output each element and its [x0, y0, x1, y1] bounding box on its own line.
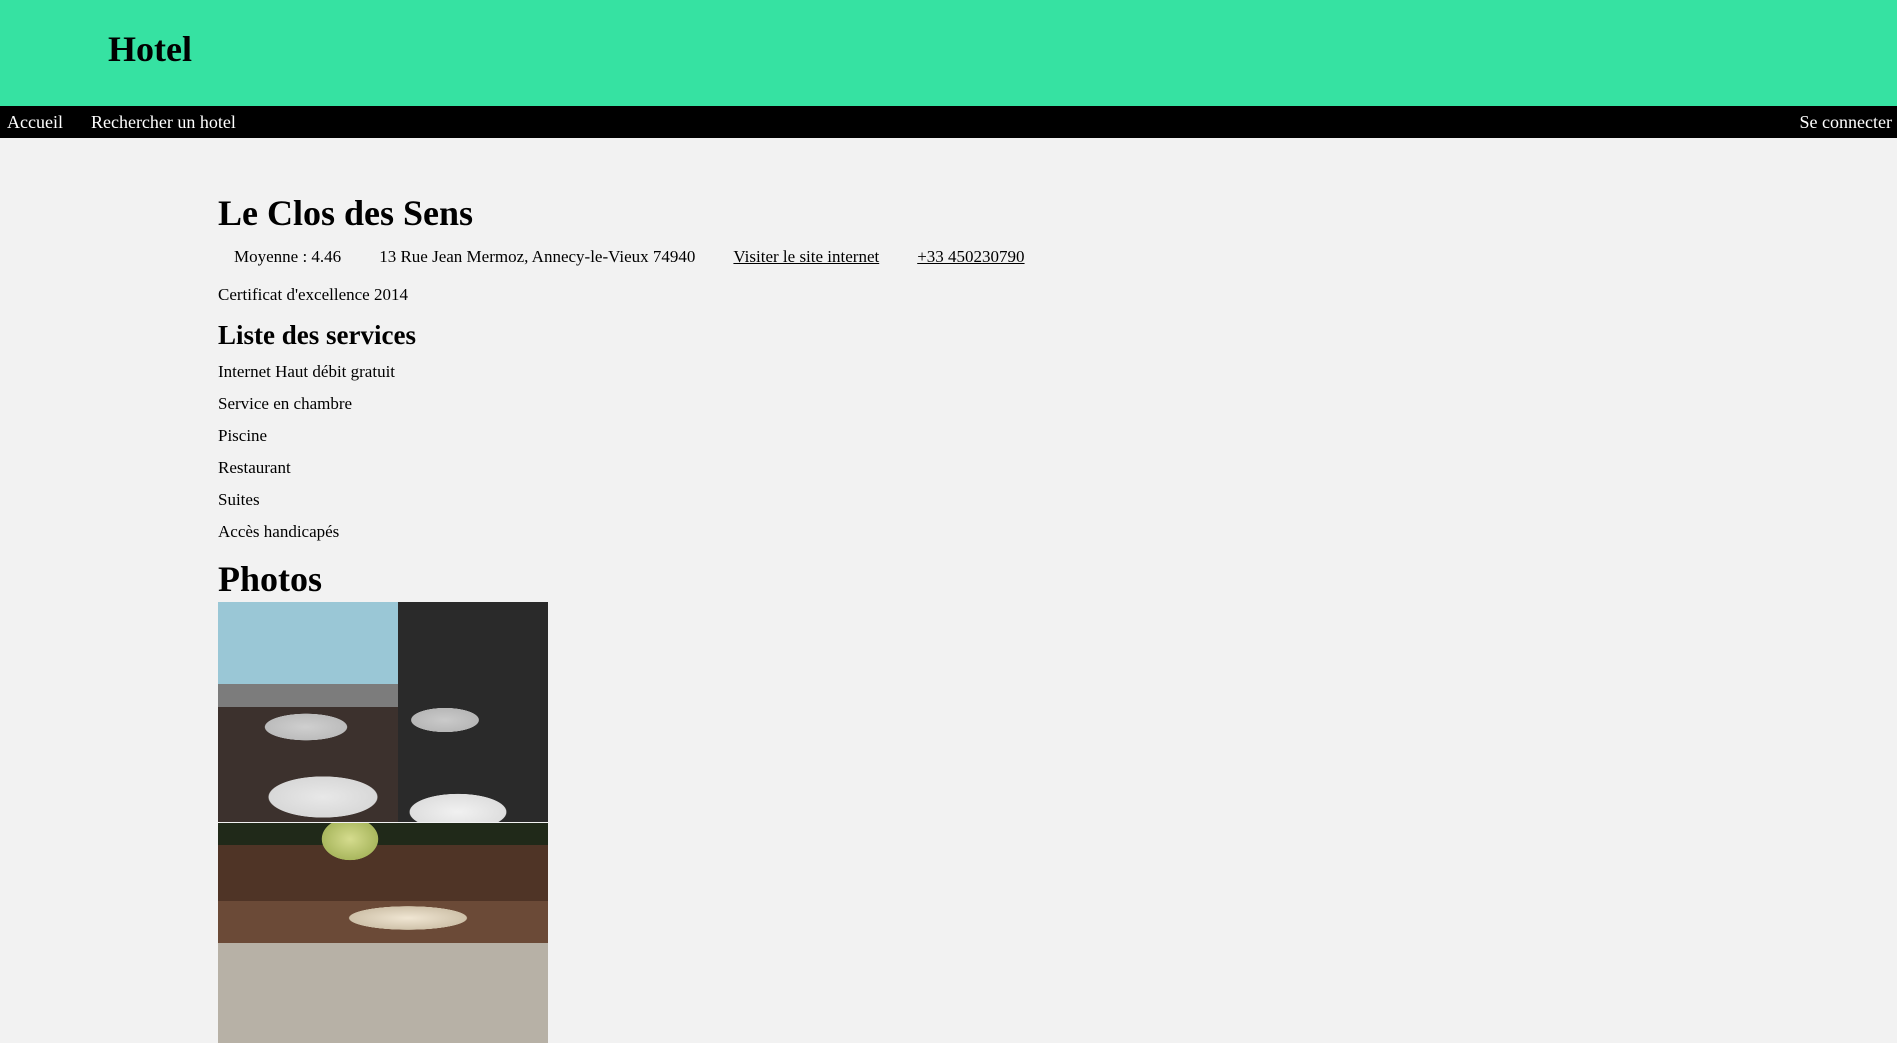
login-link[interactable]: Se connecter [1800, 112, 1892, 132]
hotel-name: Le Clos des Sens [218, 193, 474, 233]
service-item: Service en chambre [218, 393, 353, 413]
service-item: Piscine [218, 425, 268, 445]
site-brand: Hotel [108, 29, 192, 69]
certificate-text: Certificat d'excellence 2014 [218, 285, 408, 305]
hotel-rating: Moyenne : 4.46 [234, 247, 342, 267]
hotel-photo-dining-room [218, 822, 548, 1043]
service-item: Suites [218, 489, 260, 509]
site-header: Hotel [0, 0, 1897, 106]
photos-title: Photos [218, 558, 323, 599]
service-item: Internet Haut débit gratuit [218, 361, 396, 381]
nav-accueil-link[interactable]: Accueil [7, 112, 63, 133]
service-item: Accès handicapés [218, 521, 340, 541]
nav-search-hotel-link[interactable]: Rechercher un hotel [91, 112, 236, 133]
services-title: Liste des services [218, 320, 416, 351]
top-navbar: Accueil Rechercher un hotel Se connecter [0, 106, 1897, 138]
service-item: Restaurant [218, 457, 291, 477]
hotel-photo-restaurant [218, 601, 548, 822]
phone-link[interactable]: +33 450230790 [917, 247, 1024, 267]
hotel-details: Le Clos des Sens Moyenne : 4.46 13 Rue J… [218, 138, 1618, 1043]
nav-right-group: Se connecter [1800, 112, 1892, 133]
hotel-info-row: Moyenne : 4.46 13 Rue Jean Mermoz, Annec… [218, 247, 1618, 267]
nav-left-group: Accueil Rechercher un hotel [7, 112, 236, 133]
services-list: Internet Haut débit gratuit Service en c… [218, 362, 1618, 554]
hotel-address: 13 Rue Jean Mermoz, Annecy-le-Vieux 7494… [379, 247, 696, 267]
website-link[interactable]: Visiter le site internet [733, 247, 879, 267]
